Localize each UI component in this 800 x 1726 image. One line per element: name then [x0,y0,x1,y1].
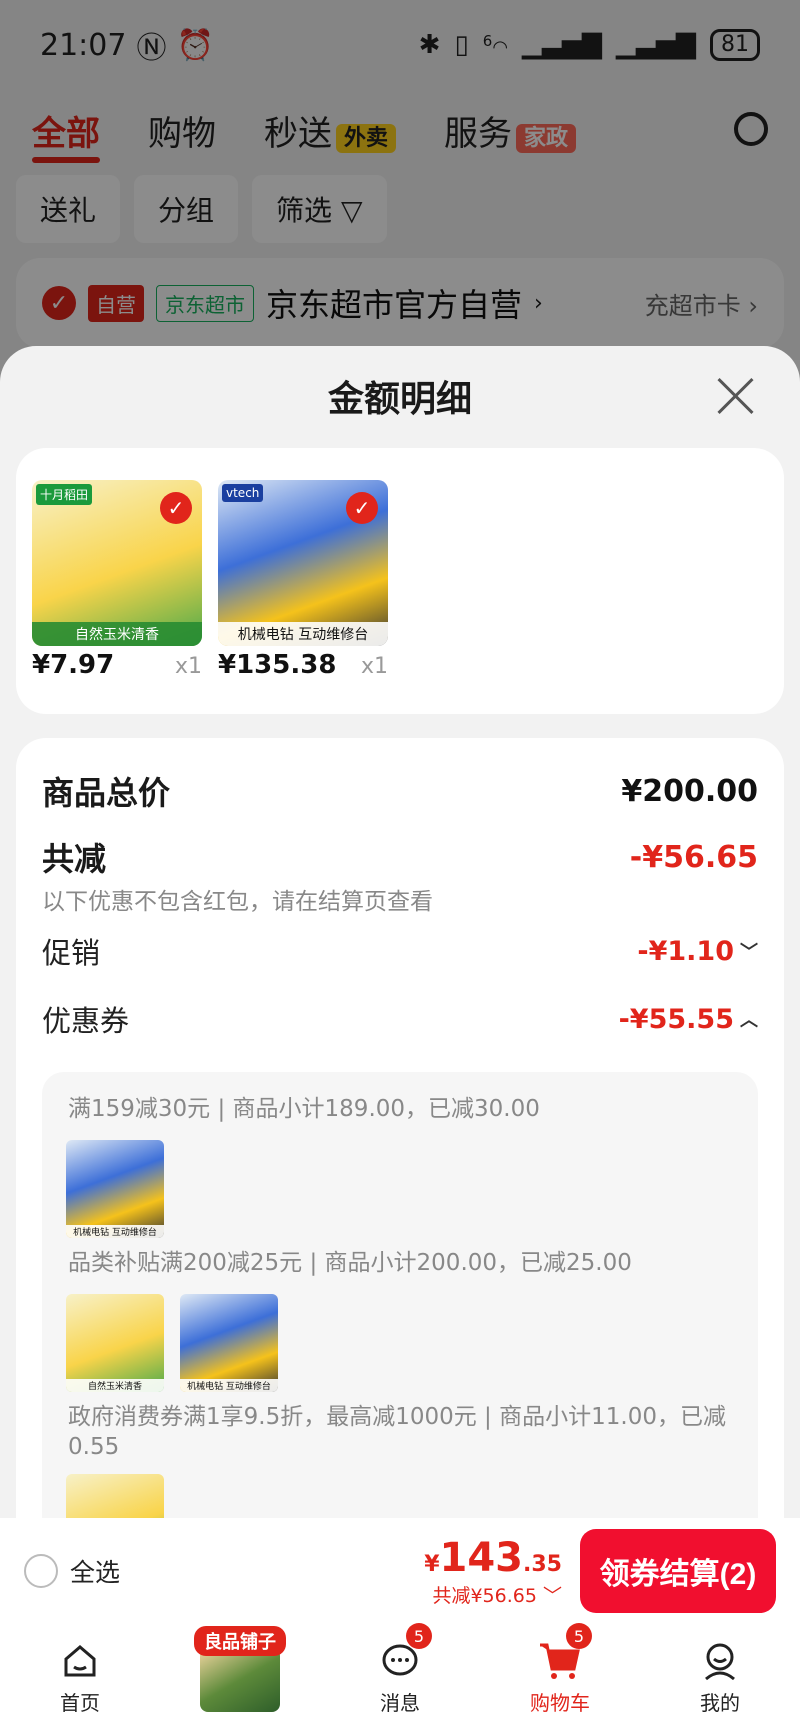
reduce-row: 共减 -¥56.65 [42,834,758,880]
message-badge: 5 [406,1623,432,1649]
nav-label: 首页 [60,1691,100,1715]
promo-value: -¥1.10 [637,935,734,967]
price-int: 143 [439,1534,524,1581]
coupon-line: 品类补贴满200减25元 | 商品小计200.00，已减25.00 [68,1250,632,1276]
sheet-header: 金额明细 [0,346,800,446]
product-image-toy: vtech ✓ 机械电钻 互动维修台 [218,480,388,646]
coupon-label: 优惠券 [42,1004,130,1038]
product-item[interactable]: vtech ✓ 机械电钻 互动维修台 ¥135.38 x1 [218,480,388,680]
total-label: 商品总价 [42,774,171,812]
coupon-value-wrap: -¥55.55 ︿ [619,1004,758,1035]
discount-note: 以下优惠不包含红包，请在结算页查看 [42,889,433,915]
product-qty: x1 [174,654,202,679]
thumb-caption: 自然玉米清香 [66,1379,164,1392]
nav-label: 我的 [700,1691,740,1715]
promo-badge: 良品铺子 [194,1626,286,1656]
chevron-down-icon: ﹀ [740,942,758,963]
price-yen: ¥ [424,1551,440,1577]
nav-label: 购物车 [530,1691,590,1715]
nav-messages[interactable]: 5 消息 [340,1623,460,1716]
product-meta: ¥7.97 x1 [32,650,202,680]
product-brand: vtech [222,484,264,502]
coupon-line: 满159减30元 | 商品小计189.00，已减30.00 [68,1096,540,1122]
product-qty: x1 [360,654,388,679]
coupon-product-thumb-toy: 机械电钻 互动维修台 [66,1140,164,1238]
coupon-product-thumb-toy: 机械电钻 互动维修台 [180,1294,278,1392]
reduce-value: -¥56.65 [629,839,758,875]
product-item[interactable]: 十月稻田 ✓ 自然玉米清香 ¥7.97 x1 [32,480,202,680]
total-saved-toggle[interactable]: 共减¥56.65 ﹀ [424,1581,562,1608]
nav-promo[interactable]: 良品铺子 [180,1626,300,1716]
bottom-nav: 首页 良品铺子 5 消息 5 购物车 我的 [0,1623,800,1726]
chevron-up-icon: ︿ [740,1010,758,1031]
thumb-caption: 机械电钻 互动维修台 [180,1379,278,1392]
promo-label: 促销 [42,936,101,970]
dim-overlay[interactable] [0,0,800,360]
nav-home[interactable]: 首页 [20,1639,140,1716]
close-icon[interactable] [716,376,756,416]
cart-badge: 5 [566,1623,592,1649]
sheet-title: 金额明细 [327,379,472,420]
total-block: ¥143.35 共减¥56.65 ﹀ [424,1535,562,1608]
coupon-value: -¥55.55 [618,1003,734,1035]
background-cart-page: 21:07 Ⓝ ⏰ ✱ ▯ 6◠ ▁▃▅▇ ▁▃▅▇ 81 全部 购物 秒送 外卖… [0,0,800,360]
select-all-radio[interactable] [24,1554,58,1588]
product-brand: 十月稻田 [36,484,93,505]
promo-image: 良品铺子 [194,1626,286,1712]
reduce-label: 共减 [42,840,107,878]
price-dec: .35 [523,1551,562,1577]
products-card: 十月稻田 ✓ 自然玉米清香 ¥7.97 x1 vtech ✓ 机械电钻 互动维修… [16,448,784,714]
total-row: 商品总价 ¥200.00 [42,768,758,814]
product-price: ¥7.97 [32,650,115,680]
product-image-rice: 十月稻田 ✓ 自然玉米清香 [32,480,202,646]
chevron-down-icon: ﹀ [542,1584,562,1607]
product-image-caption: 自然玉米清香 [32,622,202,646]
home-icon [58,1639,102,1683]
nav-cart[interactable]: 5 购物车 [500,1623,620,1716]
product-meta: ¥135.38 x1 [218,650,388,680]
total-saved: 共减¥56.65 [432,1584,537,1607]
promo-row[interactable]: 促销 -¥1.10 ﹀ [42,930,758,972]
thumb-caption: 机械电钻 互动维修台 [66,1225,164,1238]
checkout-bar: 全选 ¥143.35 共减¥56.65 ﹀ 领券结算(2) [0,1518,800,1624]
product-price: ¥135.38 [218,650,337,680]
nav-profile[interactable]: 我的 [660,1639,780,1716]
checkout-button[interactable]: 领券结算(2) [580,1529,776,1613]
select-all-label[interactable]: 全选 [70,1553,120,1589]
total-value: ¥200.00 [621,773,758,809]
total-price: ¥143.35 [424,1535,562,1581]
selected-check-icon: ✓ [160,492,192,524]
coupon-line: 政府消费券满1享9.5折，最高减1000元 | 商品小计11.00，已减0.55 [68,1404,726,1460]
promo-value-wrap: -¥1.10 ﹀ [637,936,758,967]
profile-icon [698,1639,742,1683]
product-image-caption: 机械电钻 互动维修台 [218,622,388,646]
nav-label: 消息 [380,1691,420,1715]
selected-check-icon: ✓ [346,492,378,524]
coupon-row[interactable]: 优惠券 -¥55.55 ︿ [42,998,758,1040]
coupon-product-thumb-rice: 自然玉米清香 [66,1294,164,1392]
